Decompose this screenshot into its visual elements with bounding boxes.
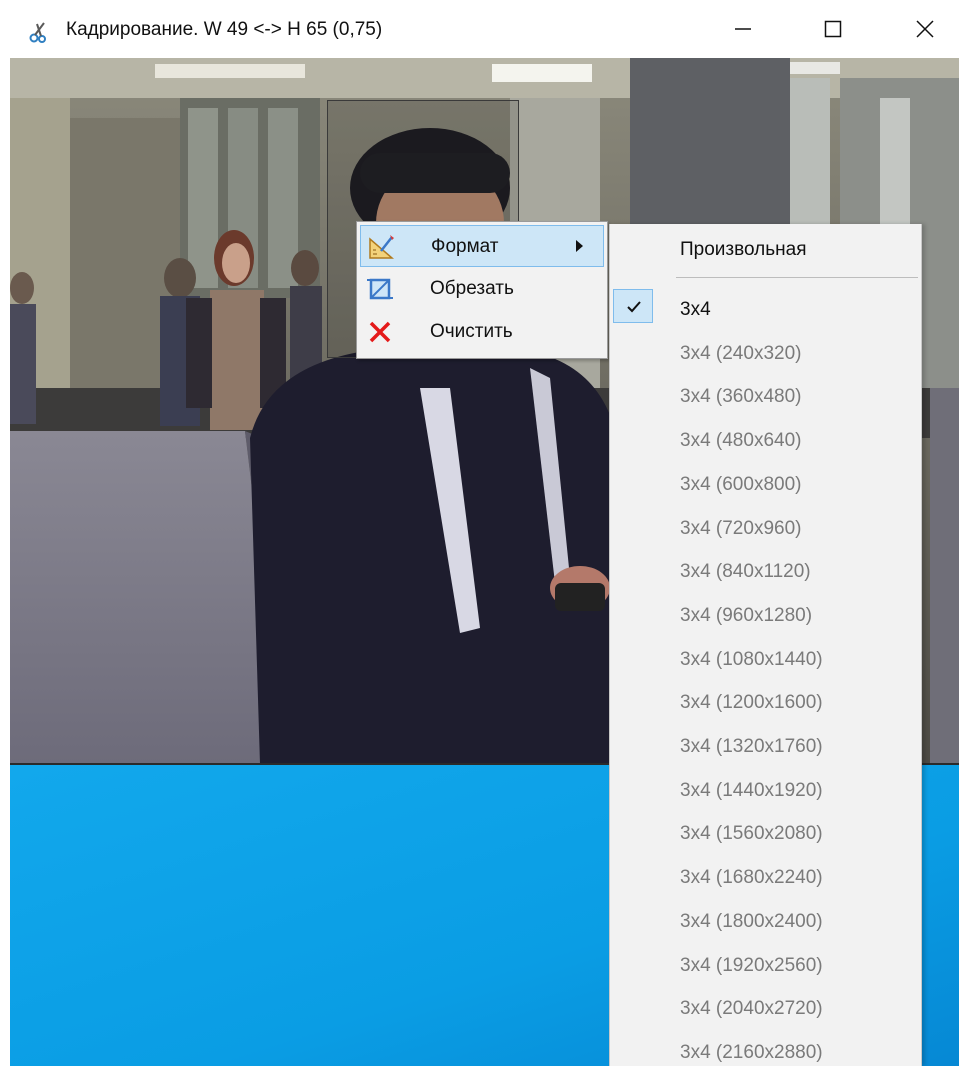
- submenu-item[interactable]: 3x4 (2160x2880): [680, 1031, 823, 1066]
- checked-indicator: [613, 289, 653, 323]
- submenu-item[interactable]: 3x4 (360x480): [680, 375, 801, 419]
- maximize-button[interactable]: [794, 0, 872, 58]
- window-title: Кадрирование. W 49 <-> H 65 (0,75): [66, 19, 383, 40]
- context-menu: Формат Обрезать Очистить: [356, 221, 608, 359]
- submenu-item[interactable]: 3x4 (480x640): [680, 419, 801, 463]
- menu-item-label: Очистить: [430, 321, 513, 342]
- minimize-button[interactable]: [704, 0, 782, 58]
- menu-item-clear[interactable]: Очистить: [360, 311, 604, 353]
- menu-separator: [676, 277, 918, 278]
- menu-item-crop[interactable]: Обрезать: [360, 268, 604, 310]
- menu-item-label: Формат: [431, 236, 499, 257]
- menu-item-label: Обрезать: [430, 278, 514, 299]
- submenu-item[interactable]: 3x4 (2040x2720): [680, 987, 823, 1031]
- submenu-item[interactable]: 3x4 (960x1280): [680, 594, 812, 638]
- checkmark-icon: [627, 301, 641, 313]
- submenu-item[interactable]: 3x4 (1320x1760): [680, 725, 823, 769]
- submenu-item[interactable]: 3x4 (1080x1440): [680, 638, 823, 682]
- menu-item-format[interactable]: Формат: [360, 225, 604, 267]
- submenu-item[interactable]: 3x4 (1200x1600): [680, 681, 823, 725]
- submenu-item[interactable]: 3x4 (1800x2400): [680, 900, 823, 944]
- submenu-item[interactable]: 3x4: [680, 288, 711, 332]
- submenu-item[interactable]: 3x4 (840x1120): [680, 550, 811, 594]
- format-submenu: Произвольная 3x4 3x4 (240x320) 3x4 (360x48…: [609, 224, 922, 1066]
- submenu-item[interactable]: 3x4 (240x320): [680, 332, 801, 376]
- crop-icon: [367, 278, 393, 300]
- format-ruler-icon: [369, 235, 395, 259]
- submenu-item[interactable]: 3x4 (1560x2080): [680, 812, 823, 856]
- submenu-arrow-icon: [576, 240, 583, 252]
- minimize-icon: [735, 28, 751, 30]
- submenu-item[interactable]: 3x4 (600x800): [680, 463, 801, 507]
- close-button[interactable]: [886, 0, 959, 58]
- clear-x-icon: [369, 321, 391, 343]
- submenu-item-custom[interactable]: Произвольная: [680, 239, 806, 261]
- close-icon: [916, 20, 934, 38]
- submenu-item[interactable]: 3x4 (1440x1920): [680, 769, 823, 813]
- maximize-icon: [824, 20, 842, 38]
- title-bar[interactable]: Кадрирование. W 49 <-> H 65 (0,75): [0, 0, 959, 58]
- scissors-icon: [29, 22, 46, 43]
- submenu-item[interactable]: 3x4 (1920x2560): [680, 944, 823, 988]
- submenu-item[interactable]: 3x4 (1680x2240): [680, 856, 823, 900]
- submenu-item[interactable]: 3x4 (720x960): [680, 507, 801, 551]
